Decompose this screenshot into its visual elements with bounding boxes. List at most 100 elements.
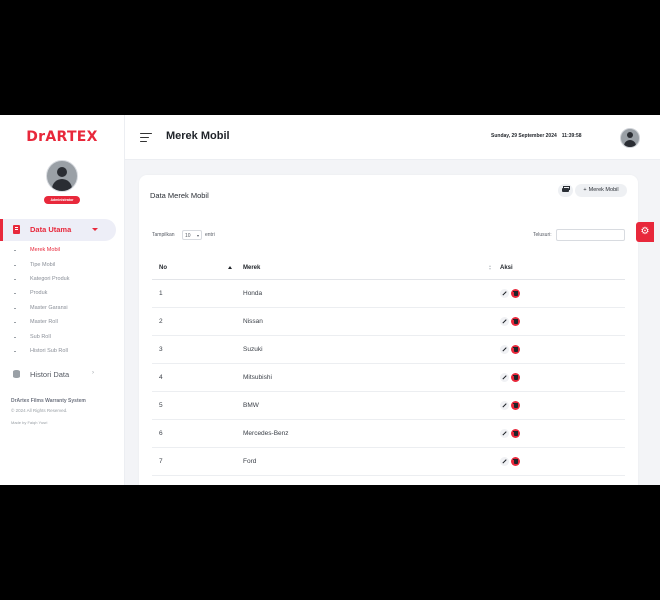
table-row: 4 Mitsubishi	[152, 363, 625, 392]
column-header-label: No	[159, 265, 167, 271]
print-button[interactable]	[558, 184, 573, 197]
cell-no: 6	[152, 419, 236, 448]
cell-merek: Honda	[236, 279, 493, 308]
entries-label: entri	[205, 232, 215, 238]
avatar	[46, 160, 78, 192]
top-header: Merek Mobil Sunday, 29 September 2024 11:…	[125, 115, 660, 160]
settings-button[interactable]: ⚙	[636, 222, 654, 242]
sidebar-item-label: Merek Mobil	[30, 247, 60, 253]
sidebar-item-histori-sub-roll[interactable]: Histori Sub Roll	[0, 346, 120, 358]
sidebar-group-label: Data Utama	[30, 225, 72, 234]
delete-icon[interactable]	[511, 373, 520, 382]
current-time: 11:39:58	[561, 133, 582, 139]
sidebar-item-master-roll[interactable]: Master Roll	[0, 317, 120, 329]
sidebar-item-label: Histori Data	[30, 370, 70, 379]
edit-icon[interactable]	[500, 345, 509, 354]
edit-icon[interactable]	[500, 317, 509, 326]
sidebar-item-label: Sub Roll	[30, 334, 51, 340]
add-merek-button[interactable]: + Merek Mobil	[575, 184, 627, 197]
merek-table: No Merek Aksi 1 Honda 2 Nissan 3 Suzuki …	[152, 257, 625, 476]
current-date: Sunday, 29 September 2024	[491, 133, 557, 139]
table-row: 2 Nissan	[152, 307, 625, 336]
datetime-display: Sunday, 29 September 2024 11:39:58	[491, 133, 582, 139]
sidebar-item-label: Master Roll	[30, 319, 58, 325]
column-header-aksi: Aksi	[493, 257, 625, 280]
cell-merek: Suzuki	[236, 335, 493, 364]
cell-no: 7	[152, 447, 236, 476]
delete-icon[interactable]	[511, 289, 520, 298]
delete-icon[interactable]	[511, 401, 520, 410]
search-input[interactable]	[556, 229, 625, 241]
cell-merek: BMW	[236, 391, 493, 420]
cell-merek: Nissan	[236, 307, 493, 336]
cell-no: 3	[152, 335, 236, 364]
cell-aksi	[493, 447, 625, 476]
sidebar-item-histori-data[interactable]: Histori Data ›	[0, 366, 120, 382]
edit-icon[interactable]	[500, 401, 509, 410]
cell-aksi	[493, 363, 625, 392]
sort-asc-icon	[228, 266, 232, 269]
book-icon	[13, 225, 20, 234]
sidebar-item-kategori-produk[interactable]: Kategori Produk	[0, 274, 120, 286]
footer-copyright: © 2024 All Rights Reserved.	[11, 408, 68, 413]
edit-icon[interactable]	[500, 289, 509, 298]
sidebar-item-merek-mobil[interactable]: Merek Mobil	[0, 245, 120, 257]
table-row: 1 Honda	[152, 279, 625, 308]
bullet-icon	[14, 293, 16, 294]
menu-toggle-icon[interactable]	[140, 133, 152, 142]
cell-no: 4	[152, 363, 236, 392]
table-row: 7 Ford	[152, 447, 625, 476]
caret-down-icon	[92, 228, 98, 231]
edit-icon[interactable]	[500, 373, 509, 382]
cell-no: 1	[152, 279, 236, 308]
page-title: Merek Mobil	[166, 130, 230, 142]
bullet-icon	[14, 351, 16, 352]
chevron-right-icon: ›	[92, 370, 94, 376]
sidebar-item-master-garansi[interactable]: Master Garansi	[0, 303, 120, 315]
delete-icon[interactable]	[511, 457, 520, 466]
sidebar-item-produk[interactable]: Produk	[0, 288, 120, 300]
table-header-row: No Merek Aksi	[152, 257, 625, 280]
card-title: Data Merek Mobil	[150, 191, 209, 200]
cell-aksi	[493, 307, 625, 336]
delete-icon[interactable]	[511, 317, 520, 326]
delete-icon[interactable]	[511, 345, 520, 354]
plus-icon: +	[583, 187, 587, 193]
footer-title: DrArtex Films Warranty System	[11, 398, 86, 404]
edit-icon[interactable]	[500, 429, 509, 438]
table-row: 5 BMW	[152, 391, 625, 420]
column-header-no[interactable]: No	[152, 257, 236, 280]
cell-merek: Mitsubishi	[236, 363, 493, 392]
cell-aksi	[493, 279, 625, 308]
sidebar-item-label: Tipe Mobil	[30, 262, 56, 268]
cell-aksi	[493, 419, 625, 448]
role-badge: Administrator	[44, 196, 80, 204]
sidebar-item-sub-roll[interactable]: Sub Roll	[0, 332, 120, 344]
footer-credit: Made by Faiqh Yusri	[11, 420, 48, 425]
column-header-label: Aksi	[500, 265, 513, 271]
user-avatar[interactable]	[620, 128, 640, 148]
edit-icon[interactable]	[500, 457, 509, 466]
search-label: Telusuri:	[533, 232, 552, 238]
data-card: Data Merek Mobil + Merek Mobil Tampilkan …	[139, 175, 638, 485]
database-icon	[13, 370, 20, 378]
delete-icon[interactable]	[511, 429, 520, 438]
column-header-label: Merek	[243, 265, 261, 271]
brand-logo[interactable]: DrARTEX	[0, 129, 124, 145]
column-header-merek[interactable]: Merek	[236, 257, 493, 280]
cell-merek: Mercedes-Benz	[236, 419, 493, 448]
sidebar-group-data-utama[interactable]: Data Utama	[0, 219, 116, 241]
bullet-icon	[14, 279, 16, 280]
sidebar: DrARTEX Administrator Data Utama Merek M…	[0, 115, 125, 485]
bullet-icon	[14, 322, 16, 323]
cell-no: 5	[152, 391, 236, 420]
bullet-icon	[14, 250, 16, 251]
show-entries-label: Tampilkan	[152, 232, 175, 238]
sidebar-item-label: Histori Sub Roll	[30, 348, 68, 354]
page-length-select[interactable]: 10	[182, 230, 202, 240]
bullet-icon	[14, 337, 16, 338]
add-button-label: Merek Mobil	[588, 187, 619, 193]
sidebar-item-tipe-mobil[interactable]: Tipe Mobil	[0, 260, 120, 272]
app-viewport: DrARTEX Administrator Data Utama Merek M…	[0, 115, 660, 485]
cell-aksi	[493, 391, 625, 420]
